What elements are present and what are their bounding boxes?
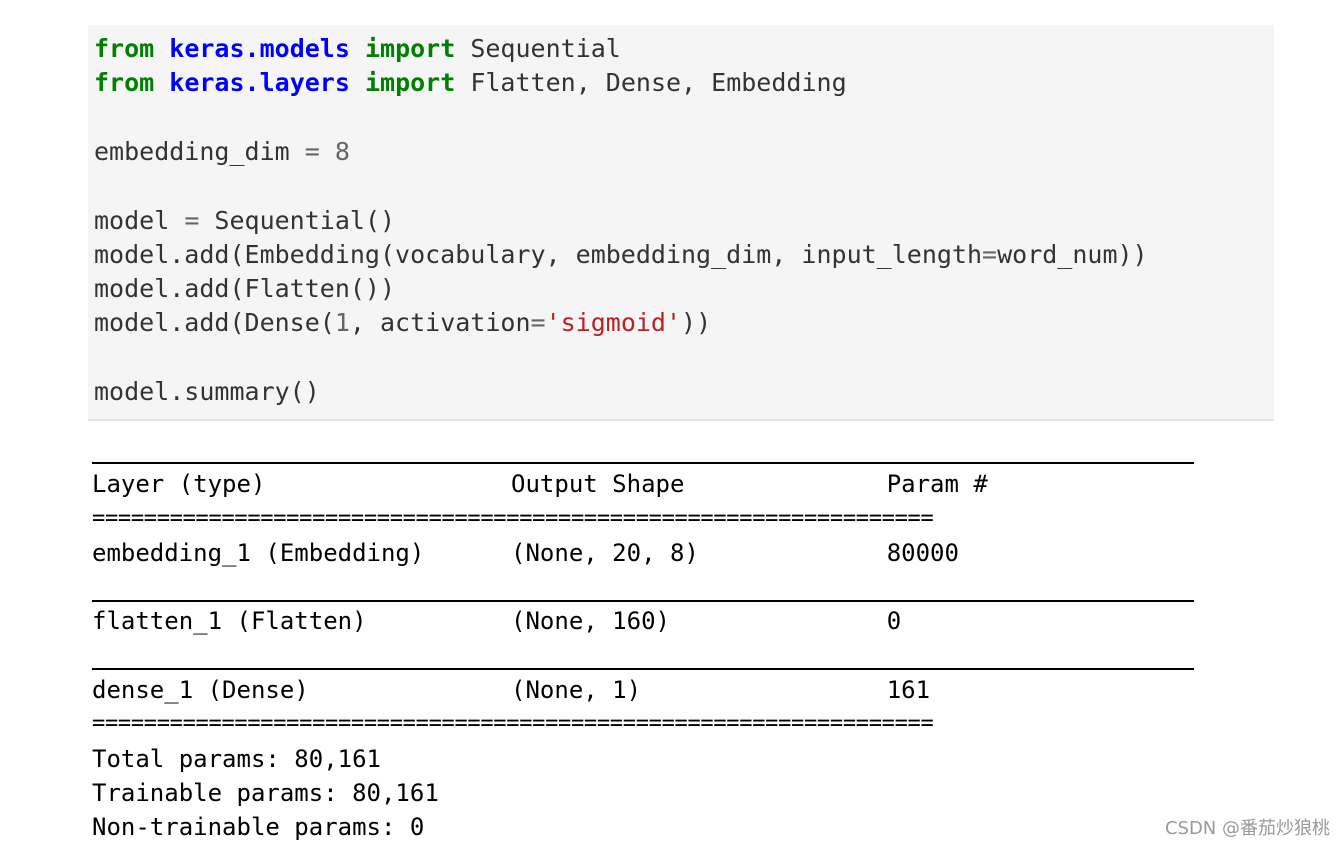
code-token: from [94,34,155,63]
code-token: model.add(Flatten()) [94,274,396,304]
code-token: )) [681,308,712,338]
summary-separator: ========================================… [92,506,934,531]
code-token: = [304,136,320,166]
code-token: keras.models [169,34,350,63]
total-params: Total params: 80,161 [92,745,381,773]
summary-row-flatten: flatten_1 (Flatten) (None, 160) 0 [92,607,902,635]
summary-row-dense: dense_1 (Dense) (None, 1) 161 [92,676,931,704]
code-token: Sequential [455,34,621,63]
code-cell[interactable]: from keras.models import Sequential from … [88,25,1274,421]
code-token: 'sigmoid' [545,308,682,338]
code-token: , activation [349,308,531,338]
code-line: model.summary() [94,375,320,409]
code-line: model.add(Embedding(vocabulary, embeddin… [94,238,1148,272]
code-token: = [184,205,200,235]
code-line: embedding_dim = 8 [94,135,350,169]
code-token: Flatten, Dense, Embedding [455,68,847,98]
code-token: import [364,34,456,63]
watermark: CSDN @番茄炒狼桃 [1164,818,1330,839]
summary-row-embedding: embedding_1 (Embedding) (None, 20, 8) 80… [92,539,959,567]
summary-top-rule [92,462,1194,464]
code-token: = [530,308,546,338]
code-token: from [94,68,155,98]
code-line: model = Sequential() [94,204,395,238]
code-token: 8 [334,136,350,166]
code-token: model [94,205,185,235]
summary-row-rule [92,668,1194,670]
code-token: import [364,68,456,98]
code-token: keras.layers [169,68,350,98]
code-line: model.add(Dense(1, activation='sigmoid')… [94,306,711,340]
code-line: model.add(Flatten()) [94,272,395,306]
non-trainable-params: Non-trainable params: 0 [92,813,425,841]
code-token: = [982,239,998,269]
code-token: embedding_dim [94,136,305,166]
code-token: Sequential() [199,205,396,235]
code-line: from keras.layers import Flatten, Dense,… [94,66,847,100]
summary-bottom-separator: ========================================… [92,711,934,736]
code-token: model.summary() [94,377,320,406]
code-line: from keras.models import Sequential [94,32,621,66]
code-token: word_num)) [997,239,1148,269]
code-token: 1 [334,308,350,338]
code-token: model.add(Dense( [94,308,335,338]
trainable-params: Trainable params: 80,161 [92,779,439,807]
code-token: model.add(Embedding(vocabulary, embeddin… [94,239,983,269]
summary-row-rule [92,600,1194,602]
summary-header: Layer (type) Output Shape Param # [92,470,988,498]
